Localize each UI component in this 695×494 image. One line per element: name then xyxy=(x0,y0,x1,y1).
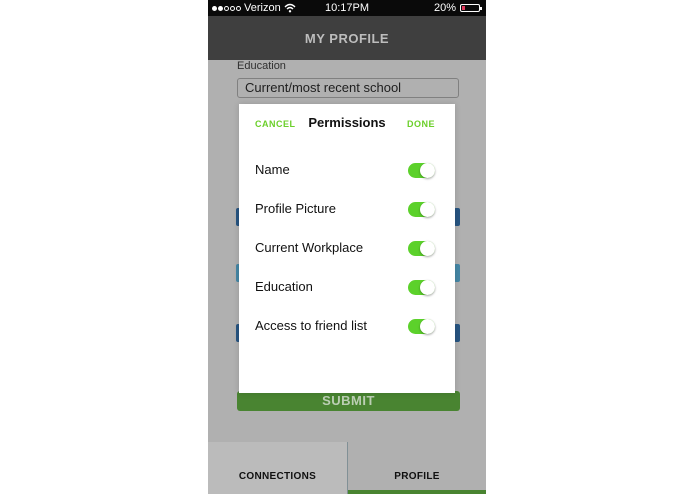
permission-row-current-workplace: Current Workplace xyxy=(239,234,455,262)
permission-toggle[interactable] xyxy=(408,319,435,334)
permission-label: Access to friend list xyxy=(255,318,367,333)
done-button[interactable]: DONE xyxy=(407,119,435,129)
app-header: MY PROFILE xyxy=(208,16,486,60)
battery-icon xyxy=(460,4,482,12)
permission-label: Education xyxy=(255,279,313,294)
permission-toggle[interactable] xyxy=(408,202,435,217)
permission-toggle[interactable] xyxy=(408,163,435,178)
permission-row-friend-list: Access to friend list xyxy=(239,312,455,340)
permission-toggle[interactable] xyxy=(408,280,435,295)
battery-level xyxy=(462,6,465,10)
phone-screen: Verizon 10:17PM 20% MY PROFILE Education… xyxy=(208,0,486,494)
battery-percent: 20% xyxy=(433,2,456,14)
permission-label: Profile Picture xyxy=(255,201,336,216)
dialog-header: CANCEL Permissions DONE xyxy=(239,104,455,144)
permission-row-profile-picture: Profile Picture xyxy=(239,195,455,223)
permission-label: Current Workplace xyxy=(255,240,364,255)
permission-toggle[interactable] xyxy=(408,241,435,256)
permission-row-name: Name xyxy=(239,156,455,184)
status-right: 20% xyxy=(433,2,482,14)
permission-label: Name xyxy=(255,162,290,177)
permission-row-education: Education xyxy=(239,273,455,301)
permissions-dialog: CANCEL Permissions DONE Name Profile Pic… xyxy=(239,104,455,393)
page-title: MY PROFILE xyxy=(304,31,390,46)
status-bar: Verizon 10:17PM 20% xyxy=(208,0,486,16)
